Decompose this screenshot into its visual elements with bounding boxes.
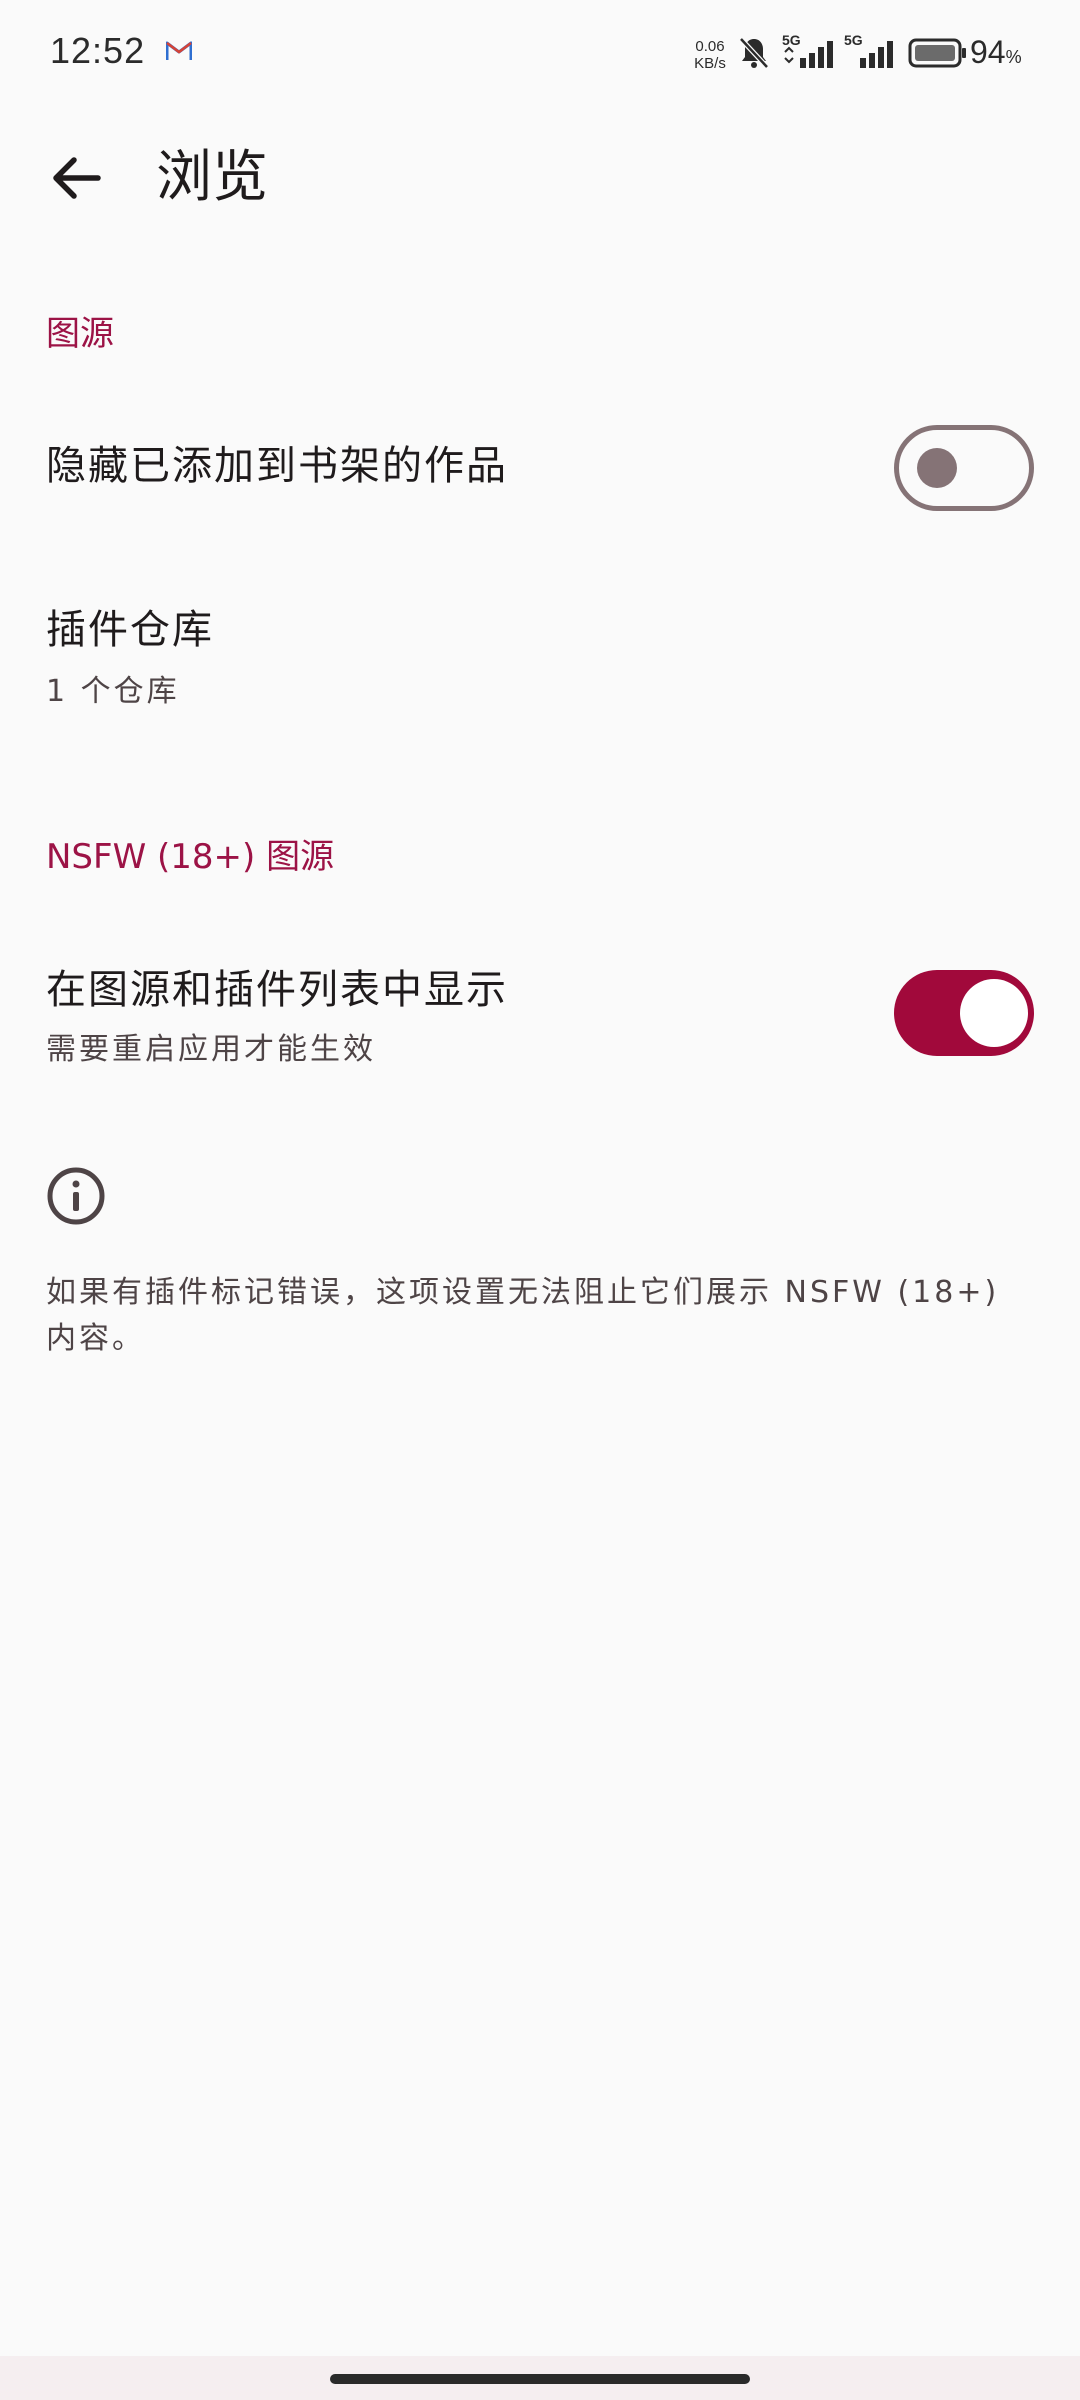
status-time: 12:52 [50,30,146,71]
gesture-handle[interactable] [330,2374,750,2384]
pref-title: 插件仓库 [46,607,214,653]
battery-percentage: 94% [970,34,1022,71]
switch-thumb [960,979,1028,1047]
signal-5g-label: 5G [782,32,801,48]
battery-unit: % [1005,47,1022,67]
pref-title: 在图源和插件列表中显示 [46,967,508,1013]
bell-off-icon [738,36,770,70]
pref-summary: 1 个仓库 [46,674,180,709]
arrow-back-icon [50,154,102,206]
switch-thumb [917,448,957,488]
gmail-icon [165,40,193,62]
battery-level: 94 [970,34,1006,70]
show-nsfw-switch[interactable] [894,970,1034,1056]
net-speed-value: 0.06 [695,38,725,55]
signal-5g-icon: 5G [780,32,844,72]
nsfw-info-text: 如果有插件标记错误，这项设置无法阻止它们展示 NSFW (18+) 内容。 [46,1275,1000,1356]
battery-icon [908,38,968,68]
status-bar: 12:52 0.06 KB/s 5G 5G 94% [0,0,1080,110]
pref-summary: 需要重启应用才能生效 [46,1032,376,1067]
section-header-sources: 图源 [46,314,114,354]
signal-5g-label: 5G [844,32,863,48]
net-speed-unit: KB/s [694,55,726,72]
back-button[interactable] [36,140,116,220]
hide-in-library-switch[interactable] [894,425,1034,511]
pref-title: 隐藏已添加到书架的作品 [46,443,508,489]
section-header-nsfw: NSFW (18+) 图源 [46,837,335,877]
net-speed-indicator: 0.06 KB/s [688,38,732,72]
signal-5g-icon: 5G [842,32,906,72]
info-icon [46,1166,106,1226]
page-title: 浏览 [156,145,268,210]
